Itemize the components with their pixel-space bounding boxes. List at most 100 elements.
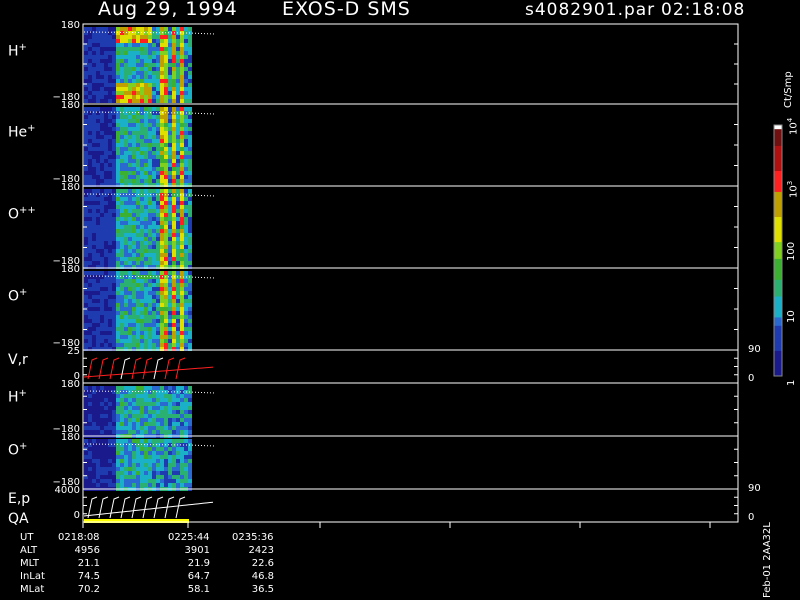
heat-cell: [116, 51, 120, 55]
colorbar-segment: [774, 217, 782, 222]
heat-cell: [152, 95, 156, 99]
heat-cell: [144, 225, 148, 229]
heat-cell: [108, 475, 112, 479]
heat-cell: [124, 31, 128, 35]
heat-cell: [168, 331, 172, 335]
heat-cell: [112, 307, 116, 311]
heat-cell: [168, 283, 172, 287]
heat-cell: [132, 171, 136, 175]
heat-cell: [160, 95, 164, 99]
heat-cell: [120, 139, 124, 143]
heat-cell: [164, 59, 168, 63]
heat-cell: [104, 459, 108, 463]
heat-cell: [140, 131, 144, 135]
heat-cell: [156, 119, 160, 123]
heat-cell: [128, 402, 132, 406]
heat-cell: [108, 271, 112, 275]
heat-cell: [136, 151, 140, 155]
heat-cell: [168, 43, 172, 47]
heat-cell: [140, 175, 144, 179]
heat-cell: [84, 229, 88, 233]
heat-cell: [116, 175, 120, 179]
heat-cell: [116, 410, 120, 414]
heat-cell: [164, 55, 168, 59]
heat-cell: [188, 398, 192, 402]
heat-cell: [108, 83, 112, 87]
heat-cell: [176, 426, 180, 430]
heat-cell: [168, 406, 172, 410]
heat-cell: [136, 319, 140, 323]
heat-cell: [148, 91, 152, 95]
heat-cell: [140, 83, 144, 87]
heat-cell: [168, 221, 172, 225]
heat-cell: [112, 135, 116, 139]
heat-cell: [104, 249, 108, 253]
heat-cell: [96, 311, 100, 315]
heat-cell: [128, 241, 132, 245]
heat-cell: [84, 47, 88, 51]
panel-o_plusplus: [82, 185, 739, 269]
heat-cell: [144, 39, 148, 43]
heat-cell: [88, 283, 92, 287]
heat-cell: [128, 209, 132, 213]
heat-cell: [144, 394, 148, 398]
heat-cell: [116, 95, 120, 99]
heat-cell: [108, 467, 112, 471]
heat-cell: [112, 87, 116, 91]
heat-cell: [144, 201, 148, 205]
heat-cell: [92, 115, 96, 119]
heat-cell: [92, 51, 96, 55]
heat-cell: [124, 451, 128, 455]
heat-cell: [164, 225, 168, 229]
heat-cell: [132, 430, 136, 434]
heat-cell: [92, 394, 96, 398]
heat-cell: [152, 209, 156, 213]
heat-cell: [88, 139, 92, 143]
heat-cell: [148, 315, 152, 319]
heat-cell: [124, 111, 128, 115]
heat-cell: [144, 339, 148, 343]
heat-cell: [164, 229, 168, 233]
heat-cell: [172, 107, 176, 111]
heat-cell: [156, 91, 160, 95]
heat-cell: [104, 455, 108, 459]
heat-cell: [188, 99, 192, 103]
heat-cell: [188, 237, 192, 241]
heat-cell: [168, 119, 172, 123]
heat-cell: [148, 55, 152, 59]
heat-cell: [116, 249, 120, 253]
heat-cell: [176, 151, 180, 155]
heat-cell: [116, 217, 120, 221]
heat-cell: [156, 394, 160, 398]
heat-cell: [100, 55, 104, 59]
heat-cell: [144, 331, 148, 335]
heat-cell: [180, 335, 184, 339]
heat-cell: [184, 127, 188, 131]
heat-cell: [104, 335, 108, 339]
heat-cell: [148, 179, 152, 183]
heat-cell: [136, 261, 140, 265]
heat-cell: [108, 159, 112, 163]
heat-cell: [160, 139, 164, 143]
heat-cell: [164, 261, 168, 265]
heat-cell: [124, 319, 128, 323]
heat-cell: [92, 402, 96, 406]
y2-tick-top: 90: [748, 483, 761, 494]
heat-cell: [140, 459, 144, 463]
heat-cell: [176, 303, 180, 307]
heat-cell: [152, 287, 156, 291]
heat-cell: [132, 283, 136, 287]
heat-cell: [100, 111, 104, 115]
heat-cell: [140, 307, 144, 311]
y2-tick-bottom: 0: [748, 512, 755, 523]
heat-cell: [96, 79, 100, 83]
heat-cell: [120, 475, 124, 479]
heat-cell: [116, 315, 120, 319]
heat-cell: [180, 455, 184, 459]
heat-cell: [188, 217, 192, 221]
heat-cell: [160, 189, 164, 193]
heat-cell: [184, 253, 188, 257]
heat-cell: [180, 197, 184, 201]
heat-cell: [88, 127, 92, 131]
heat-cell: [120, 439, 124, 443]
